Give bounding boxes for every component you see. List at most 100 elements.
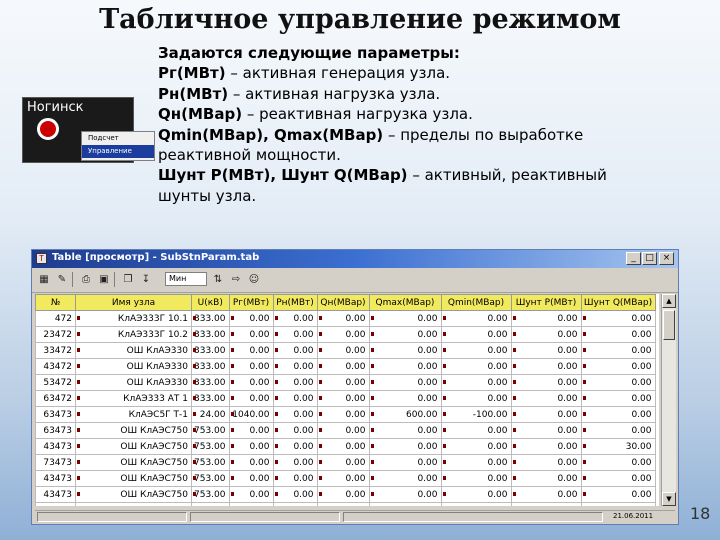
scroll-down-icon[interactable]: ▼	[662, 492, 676, 506]
print-icon[interactable]: ⎙	[78, 272, 94, 287]
table-cell[interactable]: 0.00	[440, 326, 512, 343]
table-cell[interactable]: 753.00	[191, 486, 230, 503]
table-cell[interactable]: 43472	[35, 358, 76, 375]
context-menu-item-upravlenie[interactable]: Управление	[82, 145, 154, 158]
table-cell[interactable]: 63472	[35, 390, 76, 407]
table-cell[interactable]: 0.00	[228, 486, 274, 503]
table-cell[interactable]: 0.00	[440, 422, 512, 439]
table-cell[interactable]: 23472	[35, 326, 76, 343]
save-icon[interactable]: ▣	[96, 272, 112, 287]
table-cell[interactable]: 0.00	[510, 470, 582, 487]
table-cell[interactable]: 24.00	[191, 406, 230, 423]
column-header[interactable]: U(кВ)	[191, 294, 230, 311]
table-cell[interactable]: 0.00	[510, 390, 582, 407]
column-header[interactable]: Qmin(МВар)	[440, 294, 512, 311]
table-cell[interactable]: 0.00	[272, 470, 318, 487]
table-row[interactable]: 43472 ОШ КлАЭ330 333.00 0.00 0.00 0.00 0.00 0.0…	[35, 358, 656, 375]
table-cell[interactable]: КлАЭ333 АТ 1	[75, 390, 192, 407]
column-header[interactable]: Имя узла	[75, 294, 192, 311]
table-cell[interactable]: 0.00	[368, 438, 442, 455]
table-cell[interactable]: 0.00	[510, 326, 582, 343]
table-cell[interactable]: КлАЭС5Г Т-1	[75, 406, 192, 423]
table-cell[interactable]: 0.00	[272, 342, 318, 359]
table-cell[interactable]: 30.00	[580, 502, 656, 506]
table-cell[interactable]: 0.00	[228, 342, 274, 359]
table-cell[interactable]: 0.00	[272, 374, 318, 391]
table-cell[interactable]: ОШ КлАЭ330	[75, 342, 192, 359]
table-cell[interactable]: 0.00	[440, 358, 512, 375]
table-row[interactable]: 43473 ОШ КлАЭС750 753.00 0.00 0.00 0.00 0.00 0.…	[35, 438, 656, 455]
table-row[interactable]: 63473 ОШ КлАЭС750 753.00 0.00 0.00 0.00 0.00 0.…	[35, 422, 656, 439]
table-cell[interactable]: 0.00	[510, 486, 582, 503]
smiley-icon[interactable]: ☺	[246, 272, 262, 287]
table-cell[interactable]: 0.00	[440, 438, 512, 455]
table-cell[interactable]: 43473	[35, 438, 76, 455]
table-cell[interactable]: 0.00	[316, 422, 370, 439]
table-cell[interactable]: 63473	[35, 406, 76, 423]
table-cell[interactable]: 0.00	[510, 310, 582, 327]
table-cell[interactable]: 0.00	[368, 310, 442, 327]
table-cell[interactable]: 0.00	[228, 438, 274, 455]
filter-icon[interactable]: ↧	[138, 272, 154, 287]
table-cell[interactable]: 0.00	[510, 422, 582, 439]
table-cell[interactable]: 0.00	[510, 502, 582, 506]
column-header[interactable]: Шунт Q(МВар)	[580, 294, 656, 311]
table-cell[interactable]: 0.00	[510, 358, 582, 375]
table-cell[interactable]: 43473	[35, 470, 76, 487]
table-cell[interactable]: 753.00	[191, 454, 230, 471]
table-cell[interactable]: 0.00	[228, 390, 274, 407]
table-cell[interactable]: 0.00	[440, 374, 512, 391]
table-cell[interactable]: 0.00	[368, 374, 442, 391]
table-cell[interactable]: 0.00	[272, 390, 318, 407]
table-cell[interactable]: 0.00	[510, 406, 582, 423]
table-cell[interactable]: 0.00	[580, 454, 656, 471]
table-row[interactable]: 63472 КлАЭ333 АТ 1 333.00 0.00 0.00 0.00 0.00 0…	[35, 390, 656, 407]
table-cell[interactable]: 0.00	[580, 406, 656, 423]
table-cell[interactable]: 0.00	[228, 310, 274, 327]
window-titlebar[interactable]: T Table [просмотр] - SubStnParam.tab _ □…	[32, 250, 678, 268]
table-cell[interactable]: 0.00	[440, 310, 512, 327]
table-cell[interactable]: 0.00	[368, 454, 442, 471]
table-cell[interactable]: 0.00	[368, 390, 442, 407]
table-cell[interactable]: 0.00	[580, 470, 656, 487]
table-cell[interactable]: 63473	[35, 422, 76, 439]
scroll-thumb[interactable]	[663, 310, 675, 340]
table-cell[interactable]: 753.00	[191, 438, 230, 455]
table-cell[interactable]: 0.00	[580, 358, 656, 375]
table-cell[interactable]: 0.00	[316, 310, 370, 327]
table-cell[interactable]: 0.00	[228, 326, 274, 343]
table-cell[interactable]: 1040.00	[228, 406, 274, 423]
table-cell[interactable]: ОШ КлАЭС750	[75, 438, 192, 455]
table-cell[interactable]: 0.00	[316, 326, 370, 343]
table-cell[interactable]: 333.00	[191, 342, 230, 359]
table-cell[interactable]: 0.00	[316, 406, 370, 423]
table-cell[interactable]: 73473	[35, 454, 76, 471]
arrow-right-icon[interactable]: ⇨	[228, 272, 244, 287]
table-cell[interactable]: 333.00	[191, 310, 230, 327]
edit-icon[interactable]: ✎	[54, 272, 70, 287]
table-cell[interactable]: 0.00	[368, 358, 442, 375]
table-cell[interactable]: 333.00	[191, 326, 230, 343]
table-row[interactable]: 53472 ОШ КлАЭ330 333.00 0.00 0.00 0.00 0.00 0.0…	[35, 374, 656, 391]
minimize-button[interactable]: _	[626, 252, 641, 265]
column-header[interactable]: Шунт P(МВт)	[510, 294, 582, 311]
table-cell[interactable]: 0.00	[228, 374, 274, 391]
table-cell[interactable]: 0.00	[368, 326, 442, 343]
table-cell[interactable]: КлАЭ333Г 10.1	[75, 310, 192, 327]
table-cell[interactable]: 0.00	[272, 406, 318, 423]
table-cell[interactable]: 0.00	[580, 422, 656, 439]
table-cell[interactable]: 53472	[35, 374, 76, 391]
table-cell[interactable]: 0.00	[368, 470, 442, 487]
table-cell[interactable]: 0.00	[228, 470, 274, 487]
table-cell[interactable]: 0.00	[580, 326, 656, 343]
table-cell[interactable]: 0.00	[368, 486, 442, 503]
table-cell[interactable]: 753.00	[191, 422, 230, 439]
table-row[interactable]: 472 КлАЭ333Г 10.1 333.00 0.00 0.00 0.00 0.00 0.…	[35, 310, 656, 327]
table-cell[interactable]: 0.00	[440, 470, 512, 487]
column-header[interactable]: Pн(МВт)	[272, 294, 318, 311]
table-cell[interactable]: 0.00	[580, 390, 656, 407]
table-cell[interactable]: 0.00	[316, 486, 370, 503]
table-cell[interactable]: 0.00	[580, 310, 656, 327]
table-row[interactable]: 93473ОШ КлАЭС750753.000.000.000.000.000.…	[35, 502, 656, 506]
table-cell[interactable]: 0.00	[228, 358, 274, 375]
